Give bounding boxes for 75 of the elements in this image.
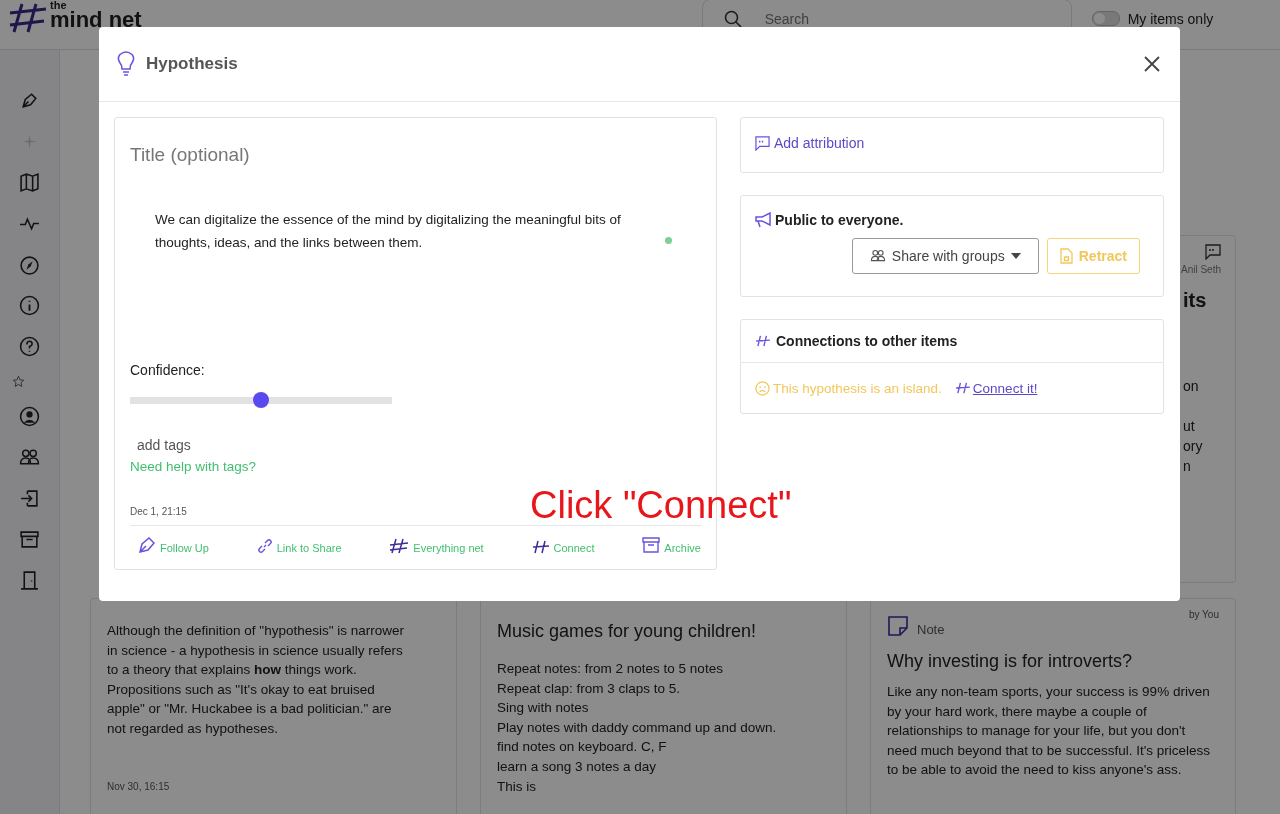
action-link[interactable]: Archive (642, 536, 701, 554)
star-icon[interactable] (12, 375, 25, 388)
users-icon (869, 249, 886, 263)
status-dot (665, 237, 672, 244)
share-with-groups-dropdown[interactable]: Share with groups (851, 238, 1039, 274)
slider-thumb[interactable] (253, 392, 269, 408)
map-icon[interactable] (19, 172, 40, 193)
link-icon (256, 538, 273, 554)
archive-icon[interactable] (19, 529, 40, 550)
card-text: Like any non-team sports, your success is 99% driven by your hard work, there maybe a couple of relationships to manage for your life, but you don't need much beyond that to be successful. It's priceless to be able to avoid the need to kiss anyone's ass. (887, 683, 1211, 780)
item-card[interactable] (90, 598, 457, 814)
card-text: on (1183, 377, 1200, 396)
card-text: ory (1183, 437, 1204, 456)
sign-in-icon[interactable] (19, 488, 40, 509)
confidence-label: Confidence: (130, 362, 206, 378)
lightbulb-icon (116, 51, 136, 77)
card-title: Why investing is for introverts? (887, 651, 1134, 672)
megaphone-icon (755, 212, 772, 228)
toggle-switch[interactable] (1091, 11, 1120, 26)
info-icon[interactable] (19, 295, 40, 316)
compass-icon[interactable] (19, 254, 40, 275)
tags-help-link[interactable]: Need help with tags? (130, 459, 257, 474)
card-text: Repeat notes: from 2 notes to 5 notes (497, 660, 724, 678)
card-title: its (1182, 289, 1208, 312)
add-attribution-link[interactable]: Add attribution (755, 135, 865, 151)
card-byline: by You (1188, 609, 1219, 620)
action-link[interactable]: Connect (531, 536, 595, 554)
document-lock-icon (1059, 248, 1073, 264)
card-text: Repeat clap: from 3 claps to 5. (497, 679, 682, 698)
dialog-title: Hypothesis (146, 54, 238, 74)
sad-face-icon (755, 380, 770, 396)
quote-bubble-icon (755, 135, 770, 151)
card-text: find notes on keyboard. C, F (497, 738, 668, 757)
note-icon (887, 615, 909, 637)
logo-text: mind net (50, 8, 142, 31)
item-card[interactable] (870, 598, 1236, 814)
card-text: Play notes with daddy command up and down. (497, 718, 778, 737)
item-date: Dec 1, 21:15 (130, 506, 188, 517)
card-text: Sing with notes (497, 699, 590, 718)
empty-message: This hypothesis is an island. (773, 380, 942, 396)
action-link[interactable]: Link to Share (256, 536, 342, 554)
close-icon[interactable] (1144, 56, 1160, 72)
card-text: Although the definition of "hypothesis" is narrower in science - a hypothesis in science usually refers to a theory that explains how things work. Propositions such as "It's okay to eat bruised apple" or "Mr. Huckabee is a bad politician." are not regarded as hypotheses. (107, 622, 405, 738)
body-text[interactable]: We can digitalize the essence of the mind by digitalizing the meaningful bits of thoughts, ideas, and the links between them. (155, 208, 665, 254)
card-title: Music games for young children! (497, 621, 758, 642)
action-link[interactable]: Everything net (389, 536, 484, 554)
section-title: Connections to other items (776, 333, 958, 349)
help-icon[interactable] (19, 336, 40, 357)
connect-icon (954, 382, 971, 394)
quote-bubble-icon (1205, 244, 1221, 260)
tutorial-annotation: Click "Connect" (530, 485, 792, 525)
toggle-label: My items only (1127, 10, 1214, 27)
connect-icon (531, 540, 550, 554)
caret-icon (1010, 253, 1021, 259)
pen-icon (138, 536, 156, 554)
card-type-label: Note (917, 621, 945, 637)
card-text: learn a song 3 notes a day (497, 757, 658, 776)
card-text: This is (497, 777, 537, 796)
card-text: ut (1183, 417, 1196, 436)
connect-link[interactable]: Connect it! (954, 380, 1038, 396)
archive-icon (642, 536, 661, 554)
visibility-status: Public to everyone. (775, 212, 904, 228)
users-icon[interactable] (19, 447, 40, 468)
pen-icon[interactable] (19, 90, 40, 111)
logo-text: the (50, 0, 68, 11)
item-card[interactable] (480, 598, 847, 814)
hash-icon (389, 538, 410, 554)
action-link[interactable]: Follow Up (138, 536, 209, 554)
card-date: Nov 30, 16:15 (107, 780, 171, 792)
author-name: Anil Seth (1180, 264, 1221, 275)
user-circle-icon[interactable] (19, 406, 40, 427)
card-text: n (1183, 457, 1192, 476)
retract-button[interactable]: Retract (1046, 238, 1140, 274)
door-icon[interactable] (19, 570, 40, 591)
connect-icon (755, 335, 771, 347)
